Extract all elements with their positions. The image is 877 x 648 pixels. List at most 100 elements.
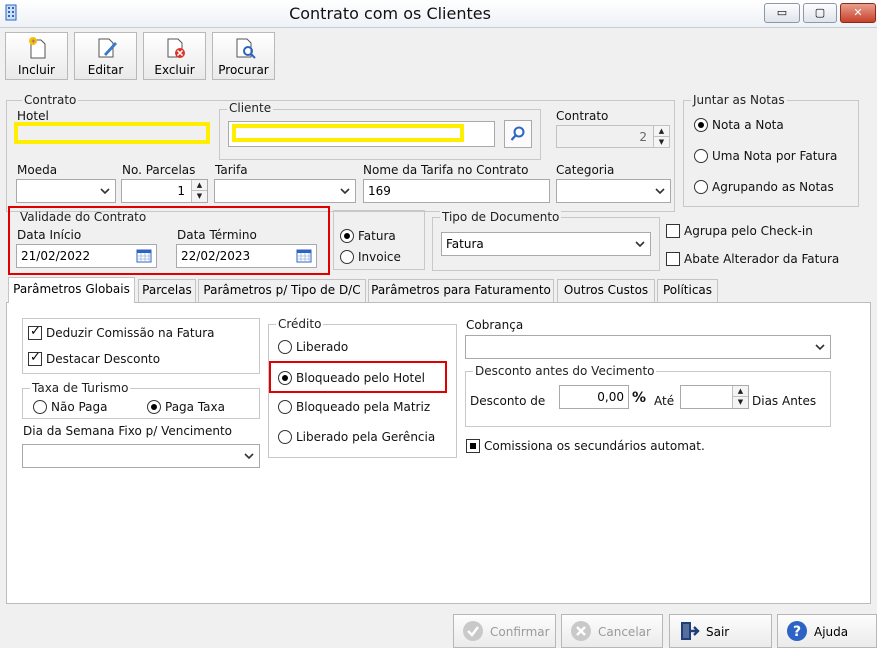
chevron-down-icon: [244, 453, 254, 460]
cancel-button[interactable]: Cancelar: [561, 614, 663, 648]
highlight-discount-checkbox[interactable]: [28, 350, 42, 366]
exit-button[interactable]: Sair: [669, 614, 772, 648]
doc-type-select[interactable]: Fatura: [441, 232, 651, 256]
installments-label: No. Parcelas: [122, 163, 196, 177]
hotel-field[interactable]: [14, 122, 210, 144]
credit-option-3[interactable]: Bloqueado pela Matriz: [296, 400, 430, 414]
discount-input[interactable]: 0,00: [559, 385, 629, 409]
chevron-down-icon: [655, 188, 665, 195]
group-checkin-label[interactable]: Agrupa pelo Check-in: [684, 224, 813, 238]
edit-button[interactable]: Editar: [74, 32, 137, 80]
tab-global-params[interactable]: Parâmetros Globais: [8, 277, 135, 303]
deduct-commission-label[interactable]: Deduzir Comissão na Fatura: [46, 326, 215, 340]
stepper-down-icon[interactable]: ▼: [192, 191, 207, 202]
category-select[interactable]: [556, 179, 671, 203]
billing-type-option-2[interactable]: Invoice: [358, 250, 401, 264]
join-notes-radio-2[interactable]: [694, 149, 708, 163]
contract-number-stepper[interactable]: ▲ ▼: [653, 126, 669, 147]
credit-option-2[interactable]: Bloqueado pelo Hotel: [296, 371, 425, 385]
currency-label: Moeda: [17, 163, 58, 177]
contract-number-value: 2: [639, 130, 647, 144]
tariff-name-input[interactable]: 169: [363, 179, 550, 203]
stepper-up-icon[interactable]: ▲: [733, 386, 748, 397]
tourism-not-paid-radio[interactable]: [33, 400, 47, 414]
svg-text:✦: ✦: [30, 37, 37, 46]
maximize-icon: ▢: [814, 6, 826, 19]
tab-other-costs[interactable]: Outros Custos: [557, 279, 655, 302]
installments-stepper[interactable]: ▲ ▼: [191, 180, 207, 202]
percent-symbol: %: [632, 390, 647, 406]
client-highlight: [232, 124, 464, 142]
stepper-down-icon[interactable]: ▼: [733, 397, 748, 408]
tourism-pays-radio[interactable]: [147, 400, 161, 414]
start-date-input[interactable]: 21/02/2022: [16, 244, 157, 268]
billing-type-radio-2[interactable]: [340, 250, 354, 264]
search-button[interactable]: Procurar: [212, 32, 275, 80]
exit-label: Sair: [706, 625, 730, 639]
group-checkin-checkbox[interactable]: [666, 224, 680, 238]
join-notes-option-3[interactable]: Agrupando as Notas: [712, 180, 834, 194]
tourism-not-paid-label[interactable]: Não Paga: [51, 400, 108, 414]
secondary-commission-label[interactable]: Comissiona os secundários automat.: [484, 439, 705, 453]
secondary-commission-checkbox[interactable]: [466, 439, 480, 453]
highlight-discount-label[interactable]: Destacar Desconto: [46, 352, 160, 366]
tourism-pays-label[interactable]: Paga Taxa: [165, 400, 225, 414]
billing-type-option-1[interactable]: Fatura: [358, 229, 396, 243]
end-date-label: Data Término: [177, 228, 257, 242]
join-notes-option-1[interactable]: Nota a Nota: [712, 118, 784, 132]
billing-type-radio-1[interactable]: [340, 229, 354, 243]
currency-select[interactable]: [16, 179, 116, 203]
join-notes-radio-3[interactable]: [694, 180, 708, 194]
fixed-day-select[interactable]: [22, 444, 260, 468]
tab-installments[interactable]: Parcelas: [138, 279, 196, 302]
help-button[interactable]: ? Ajuda: [777, 614, 877, 648]
edit-label: Editar: [87, 63, 124, 77]
tab-billing-params[interactable]: Parâmetros para Faturamento: [368, 279, 554, 302]
maximize-button[interactable]: ▢: [803, 3, 837, 23]
days-stepper[interactable]: ▲ ▼: [732, 386, 748, 408]
calendar-icon[interactable]: [136, 249, 152, 263]
client-input[interactable]: [228, 121, 495, 147]
credit-option-1[interactable]: Liberado: [296, 340, 348, 354]
minimize-icon: ▭: [776, 6, 788, 19]
billing-select[interactable]: [465, 335, 831, 359]
end-date-value: 22/02/2023: [181, 249, 251, 263]
installments-input[interactable]: 1 ▲ ▼: [121, 179, 208, 203]
tab-policies[interactable]: Políticas: [657, 279, 718, 302]
credit-radio-3[interactable]: [278, 400, 292, 414]
credit-radio-1[interactable]: [278, 340, 292, 354]
close-button[interactable]: ✕: [840, 3, 876, 23]
join-notes-option-2[interactable]: Uma Nota por Fatura: [712, 149, 837, 163]
fixed-day-label: Dia da Semana Fixo p/ Vencimento: [23, 424, 232, 438]
delete-label: Excluir: [154, 63, 195, 77]
confirm-button[interactable]: Confirmar: [453, 614, 556, 648]
chevron-down-icon: [815, 344, 825, 351]
delete-button[interactable]: Excluir: [143, 32, 206, 80]
help-label: Ajuda: [814, 625, 849, 639]
credit-radio-2[interactable]: [278, 371, 292, 385]
start-date-value: 21/02/2022: [21, 249, 91, 263]
join-notes-radio-1[interactable]: [694, 118, 708, 132]
stepper-up-icon[interactable]: ▲: [654, 126, 669, 137]
stepper-up-icon[interactable]: ▲: [192, 180, 207, 191]
credit-radio-4[interactable]: [278, 430, 292, 444]
deduct-commission-checkbox[interactable]: [28, 324, 42, 340]
calendar-icon[interactable]: [296, 249, 312, 263]
tariff-name-label: Nome da Tarifa no Contrato: [363, 163, 529, 177]
stepper-down-icon[interactable]: ▼: [654, 137, 669, 147]
discount-label: Desconto de: [470, 394, 546, 408]
doc-type-legend: Tipo de Documento: [440, 210, 562, 224]
reduce-changer-label[interactable]: Abate Alterador da Fatura: [684, 252, 839, 266]
include-button[interactable]: ✦ Incluir: [5, 32, 68, 80]
contract-number-input[interactable]: 2 ▲ ▼: [556, 125, 670, 148]
tariff-select[interactable]: [214, 179, 356, 203]
discount-legend: Desconto antes do Vecimento: [473, 364, 657, 378]
credit-option-4[interactable]: Liberado pela Gerência: [296, 430, 435, 444]
reduce-changer-checkbox[interactable]: [666, 252, 680, 266]
days-input[interactable]: ▲ ▼: [680, 385, 749, 409]
search-label: Procurar: [218, 63, 269, 77]
client-search-button[interactable]: [504, 120, 532, 148]
end-date-input[interactable]: 22/02/2023: [176, 244, 317, 268]
minimize-button[interactable]: ▭: [764, 3, 800, 23]
tab-dc-type-params[interactable]: Parâmetros p/ Tipo de D/C: [198, 279, 366, 302]
